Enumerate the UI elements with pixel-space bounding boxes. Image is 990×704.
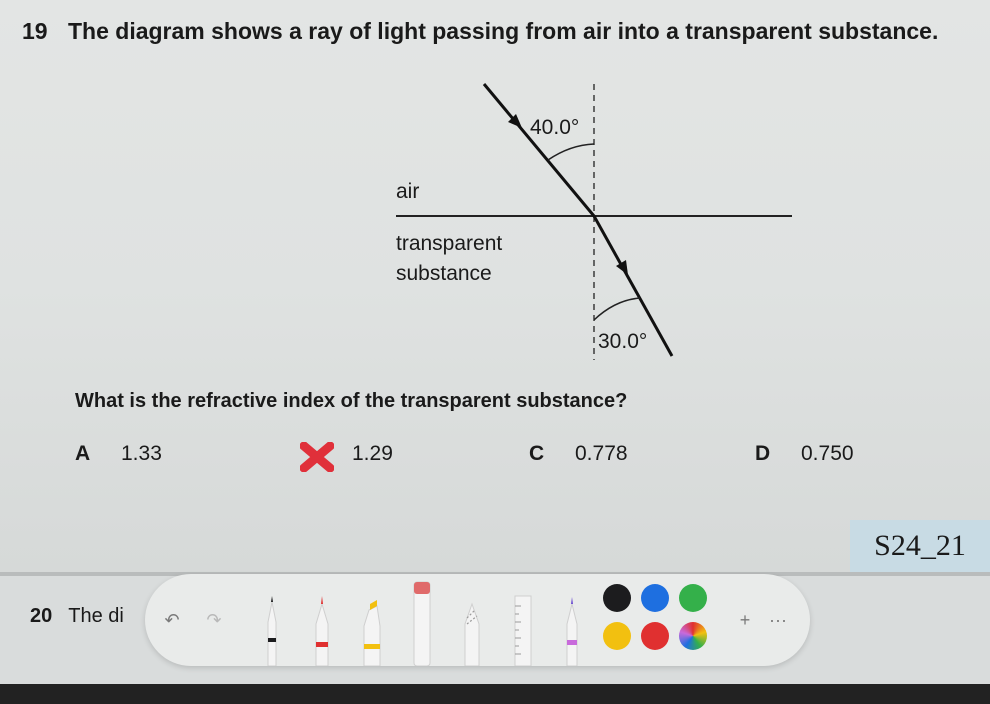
eraser-tool-icon[interactable] [407,580,437,666]
option-c-value: 0.778 [575,442,628,465]
pencil-tool-icon[interactable] [557,594,587,666]
option-d[interactable]: D 0.750 [755,442,854,466]
option-a-value: 1.33 [121,442,162,465]
more-button[interactable]: ··· [765,607,791,633]
option-b-value: 1.29 [352,442,393,465]
substance-label-line2: substance [396,262,492,285]
color-green-swatch[interactable] [679,584,707,612]
color-black-swatch[interactable] [603,584,631,612]
air-label: air [396,180,420,203]
next-question-number: 20 [30,605,53,627]
option-d-value: 0.750 [801,442,854,465]
ruler-tool-icon[interactable] [507,594,537,666]
angle-incidence-label: 40.0° [530,116,580,139]
option-b[interactable]: 1.29 [352,442,393,466]
highlighter-tool-icon[interactable] [357,594,387,666]
cross-mark-icon [300,442,334,472]
undo-button[interactable]: ↶ [159,607,185,633]
option-a-letter: A [75,442,91,465]
color-picker-swatch[interactable] [679,622,707,650]
lasso-tool-icon[interactable] [457,594,487,666]
option-d-letter: D [755,442,771,465]
option-c[interactable]: C 0.778 [529,442,628,466]
option-a[interactable]: A 1.33 [75,442,162,466]
incidence-arc [547,143,595,161]
color-red-swatch[interactable] [641,622,669,650]
worksheet-page: 19 The diagram shows a ray of light pass… [0,0,990,572]
screen-bottom-edge [0,684,990,704]
option-c-letter: C [529,442,545,465]
add-button[interactable]: + [732,607,758,633]
angle-refraction-label: 30.0° [598,330,648,353]
markup-toolbar: ↶ ↷ + ··· [145,574,810,666]
incident-ray [482,83,596,217]
question-prompt: What is the refractive index of the tran… [75,390,628,412]
substance-label-line1: transparent [396,232,503,255]
add-icon: + [739,609,751,630]
next-question: 20 The di [30,605,124,628]
refraction-diagram [396,83,792,360]
paper-code-tag: S24_21 [850,520,990,572]
refraction-arc [593,297,641,321]
refracted-arrow [616,260,628,275]
fineliner-tool-icon[interactable] [307,594,337,666]
redo-button[interactable]: ↷ [201,607,227,633]
undo-icon: ↶ [164,609,180,630]
more-icon: ··· [769,609,787,630]
pen-tool-icon[interactable] [257,594,287,666]
next-question-text: The di [68,605,124,627]
redo-icon: ↷ [206,609,222,630]
color-yellow-swatch[interactable] [603,622,631,650]
color-blue-swatch[interactable] [641,584,669,612]
